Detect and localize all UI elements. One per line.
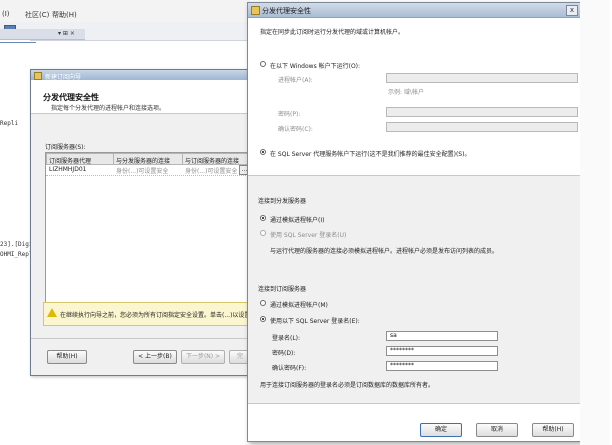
sub-confirm-password-label: 确认密码(F): <box>272 365 307 372</box>
password-label: 密码(P): <box>278 111 301 118</box>
sub-password-label: 密码(D): <box>272 350 296 357</box>
object-explorer-header: ▾ ⊞ × <box>0 29 85 40</box>
confirm-password-label: 确认密码(C): <box>278 126 313 133</box>
login-name-input[interactable]: sa <box>386 331 498 341</box>
example-hint: 示例: 域\帐户 <box>388 89 424 96</box>
background-scroll-area <box>580 0 610 445</box>
subscriptions-grid: 订阅服务器代理 与分发服务器的连接 与订阅服务器的连接 LIZHMHJD01 身… <box>45 152 253 304</box>
warning-banner: 在继续执行向导之前，您必须为所有订阅指定安全设置。单击(...)以设置 <box>43 302 255 326</box>
panel-window-controls[interactable]: ▾ ⊞ × <box>58 30 75 37</box>
table-row[interactable]: LIZHMHJD01 身份(...)可设置安全 身份(...)可设置安全 ... <box>46 165 250 176</box>
distributor-heading: 连接到分发服务器 <box>258 198 307 205</box>
cell-subscriber: LIZHMHJD01 <box>49 166 87 173</box>
dist-impersonate-label: 通过模拟进程帐户(I) <box>270 217 325 224</box>
wizard-page-subtitle: 指定每个分发代理的进程帐户和连接选项。 <box>51 105 166 112</box>
wizard-back-button[interactable]: < 上一步(B) <box>133 350 177 364</box>
grid-header[interactable]: 与分发服务器的连接 <box>113 153 183 165</box>
wizard-app-icon <box>34 72 42 80</box>
run-under-sql-agent-radio[interactable] <box>260 149 266 155</box>
sub-impersonate-label: 通过模拟进程帐户(M) <box>270 302 328 309</box>
dialog-titlebar: 分发代理安全性 x <box>248 3 580 18</box>
password-input[interactable] <box>386 107 578 117</box>
cancel-button[interactable]: 取消 <box>476 423 518 437</box>
warning-text: 在继续执行向导之前，您必须为所有订阅指定安全设置。单击(...)以设置 <box>60 312 251 319</box>
process-account-label: 进程帐户(A): <box>278 77 313 84</box>
dist-sql-login-radio[interactable] <box>260 230 266 236</box>
grid-header[interactable]: 与订阅服务器的连接 <box>182 153 252 165</box>
dialog-intro: 指定在同步此订阅时运行分发代理的域或计算机帐户。 <box>260 29 405 36</box>
cell-subscriber-connection: 身份(...)可设置安全 <box>185 168 238 175</box>
confirm-password-input[interactable] <box>386 122 578 132</box>
close-icon[interactable]: x <box>566 5 578 16</box>
menu-item-tools[interactable]: (I) <box>2 10 10 18</box>
dialog-app-icon <box>251 6 260 15</box>
help-button[interactable]: 帮助(H) <box>532 423 574 437</box>
divider <box>31 338 253 339</box>
col-subscriber-agent: 订阅服务器代理 <box>49 158 92 165</box>
login-name-label: 登录名(L): <box>272 335 301 342</box>
ok-button[interactable]: 确定 <box>420 423 462 437</box>
menu-item-help[interactable]: 帮助(H) <box>52 10 77 20</box>
subscriber-note: 用于连接订阅服务器的登录名必须是订阅数据库的数据库所有者。 <box>260 382 435 389</box>
sub-impersonate-radio[interactable] <box>260 300 266 306</box>
col-distributor-connection: 与分发服务器的连接 <box>116 158 171 165</box>
dialog-title: 分发代理安全性 <box>262 7 311 15</box>
col-subscriber-connection: 与订阅服务器的连接 <box>185 158 240 165</box>
code-snippet: Repli <box>0 120 19 127</box>
subscriber-section: 连接到订阅服务器 通过模拟进程帐户(M) 使用以下 SQL Server 登录名… <box>248 273 580 404</box>
distribution-agent-security-dialog: 分发代理安全性 x 指定在同步此订阅时运行分发代理的域或计算机帐户。 在以下 W… <box>247 2 581 442</box>
sub-password-input[interactable]: ******** <box>386 346 498 356</box>
run-under-windows-account-label: 在以下 Windows 帐户下运行(O): <box>270 63 361 70</box>
wizard-titlebar: 新建订阅向导 <box>31 70 253 81</box>
distributor-note: 与运行代理的服务器的连接必须模拟进程帐户。进程帐户必须是发布访问列表的成员。 <box>270 248 499 255</box>
menu-bar: (I) 社区(C) 帮助(H) <box>0 0 250 23</box>
wizard-next-button[interactable]: 下一步(N) > <box>181 350 225 364</box>
wizard-page-title: 分发代理安全性 <box>43 93 99 102</box>
sub-sql-login-label: 使用以下 SQL Server 登录名(E): <box>270 318 360 325</box>
wizard-header: 分发代理安全性 指定每个分发代理的进程帐户和连接选项。 <box>31 80 253 114</box>
subscriptions-label: 订阅服务器(S): <box>45 144 86 151</box>
divider <box>0 42 36 43</box>
wizard-help-button[interactable]: 帮助(H) <box>47 350 87 364</box>
run-under-sql-agent-label: 在 SQL Server 代理服务帐户下运行(这不是我们推荐的最佳安全配置)(S… <box>270 151 471 158</box>
process-account-input[interactable] <box>386 73 578 83</box>
run-under-windows-account-radio[interactable] <box>260 61 266 67</box>
subscriber-heading: 连接到订阅服务器 <box>258 286 307 293</box>
distributor-section: 连接到分发服务器 通过模拟进程帐户(I) 使用 SQL Server 登录名(U… <box>248 175 580 275</box>
grid-header[interactable]: 订阅服务器代理 <box>46 153 114 165</box>
sub-confirm-password-input[interactable]: ******** <box>386 361 498 371</box>
editor-area <box>0 40 30 380</box>
new-subscription-wizard: 新建订阅向导 分发代理安全性 指定每个分发代理的进程帐户和连接选项。 订阅服务器… <box>30 69 255 376</box>
warning-icon <box>47 308 57 317</box>
sub-sql-login-radio[interactable] <box>260 316 266 322</box>
menu-item-community[interactable]: 社区(C) <box>25 10 49 20</box>
dist-sql-login-label: 使用 SQL Server 登录名(U) <box>270 232 347 239</box>
dist-impersonate-radio[interactable] <box>260 215 266 221</box>
cell-distributor-connection: 身份(...)可设置安全 <box>116 168 169 175</box>
